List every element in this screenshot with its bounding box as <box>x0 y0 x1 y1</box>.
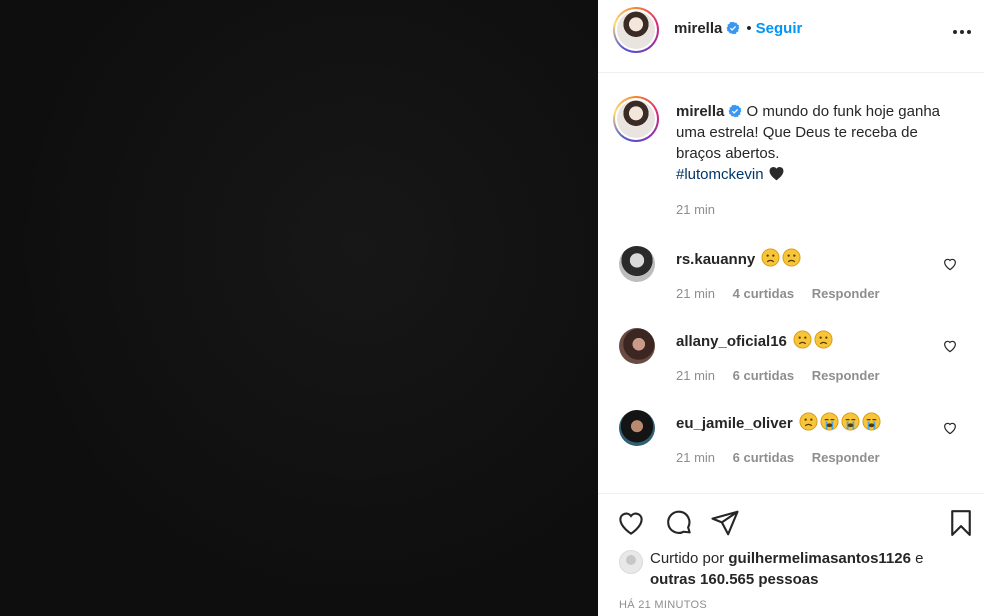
caption-avatar[interactable] <box>613 96 659 142</box>
commenter-avatar[interactable] <box>619 328 655 364</box>
heart-outline-icon[interactable] <box>942 338 958 354</box>
more-options-icon[interactable] <box>952 24 972 40</box>
sad-face-emoji-icon <box>793 330 812 349</box>
author-username[interactable]: mirella <box>674 20 722 37</box>
comment-item: allany_oficial16 21 min 6 curtidas Respo… <box>598 328 984 398</box>
separator-dot: • <box>746 20 752 37</box>
comment-time[interactable]: 21 min <box>676 368 715 383</box>
crying-face-emoji-icon <box>862 412 881 431</box>
sad-face-emoji-icon <box>761 248 780 267</box>
comment-likes[interactable]: 6 curtidas <box>733 450 794 465</box>
caption-hashtag[interactable]: #lutomckevin <box>676 166 764 183</box>
black-heart-emoji-icon <box>769 167 784 181</box>
verified-badge-icon <box>726 21 740 35</box>
comment-bubble-icon[interactable] <box>664 508 694 538</box>
liker-avatar[interactable] <box>619 550 643 574</box>
follow-button[interactable]: Seguir <box>756 20 803 37</box>
sad-face-emoji-icon <box>782 248 801 267</box>
liked-by-and: e <box>915 550 924 567</box>
author-avatar[interactable] <box>613 7 659 53</box>
caption-text: mirella O mundo do funk hoje ganha uma e… <box>676 101 956 185</box>
sad-face-emoji-icon <box>799 412 818 431</box>
liked-by-user[interactable]: guilhermelimasantos1126 <box>728 550 911 567</box>
caption-username[interactable]: mirella <box>676 103 724 120</box>
comment-time[interactable]: 21 min <box>676 286 715 301</box>
post-image[interactable] <box>0 0 598 616</box>
liked-by-prefix: Curtido por <box>650 550 725 567</box>
like-heart-icon[interactable] <box>616 508 646 538</box>
post-timestamp[interactable]: HÁ 21 MINUTOS <box>619 599 707 611</box>
comment-item: eu_jamile_oliver 21 min 6 curtidas Respo… <box>598 410 984 480</box>
comment-likes[interactable]: 6 curtidas <box>733 368 794 383</box>
reply-button[interactable]: Responder <box>812 286 880 301</box>
reply-button[interactable]: Responder <box>812 450 880 465</box>
heart-outline-icon[interactable] <box>942 256 958 272</box>
verified-badge-icon <box>728 104 742 118</box>
commenter-avatar[interactable] <box>619 410 655 446</box>
comment-username[interactable]: allany_oficial16 <box>676 333 787 350</box>
sad-face-emoji-icon <box>814 330 833 349</box>
comment-item: rs.kauanny 21 min 4 curtidas Responder <box>598 246 984 316</box>
heart-outline-icon[interactable] <box>942 420 958 436</box>
commenter-avatar[interactable] <box>619 246 655 282</box>
comment-username[interactable]: rs.kauanny <box>676 251 755 268</box>
share-send-icon[interactable] <box>710 508 740 538</box>
crying-face-emoji-icon <box>820 412 839 431</box>
post-side-panel: mirella • Seguir mirella O mundo do funk h… <box>598 0 984 616</box>
post-header: mirella • Seguir <box>598 0 984 73</box>
post-actions: Curtido por guilhermelimasantos1126 e ou… <box>598 493 984 616</box>
comment-likes[interactable]: 4 curtidas <box>733 286 794 301</box>
crying-face-emoji-icon <box>841 412 860 431</box>
reply-button[interactable]: Responder <box>812 368 880 383</box>
comment-username[interactable]: eu_jamile_oliver <box>676 415 793 432</box>
save-bookmark-icon[interactable] <box>946 508 976 538</box>
caption-time[interactable]: 21 min <box>676 202 715 217</box>
comment-time[interactable]: 21 min <box>676 450 715 465</box>
liked-by-others[interactable]: outras 160.565 pessoas <box>650 571 818 588</box>
